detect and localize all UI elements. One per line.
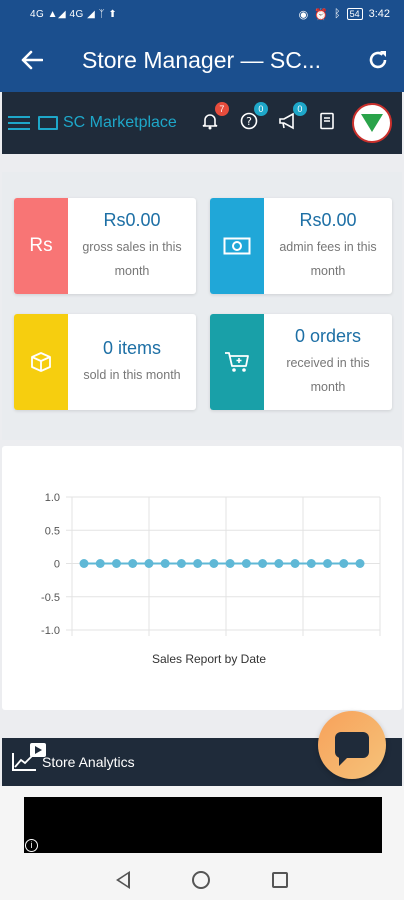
y-tick-label: 0 [54, 559, 60, 571]
data-point [79, 559, 89, 568]
cart-icon [210, 314, 264, 410]
orders-value: 0 orders [294, 325, 362, 346]
data-point [339, 559, 349, 568]
avatar[interactable] [351, 103, 392, 143]
store-toolbar: SC Marketplace 7 ? 0 0 [2, 92, 402, 154]
orders-card: 0 orders received in this month [210, 314, 392, 410]
status-bar: 4G ▲◢ 4G ◢ ᛉ ⬆ ◉ ⏰ ᛒ 54 3:42 [0, 0, 404, 28]
data-point [306, 559, 316, 568]
nav-home-icon[interactable] [192, 871, 210, 889]
data-point [323, 559, 333, 568]
monitor-icon [38, 116, 58, 130]
data-point [128, 559, 138, 568]
announcements-badge: 0 [292, 101, 307, 116]
eye-icon: ◉ [298, 8, 309, 21]
y-tick-label: 1.0 [45, 492, 60, 504]
megaphone-icon[interactable]: 0 [277, 101, 307, 135]
nav-recents-icon[interactable] [272, 872, 288, 888]
gross-sales-label: gross sales in this month [82, 239, 182, 278]
ad-banner[interactable] [24, 797, 382, 853]
help-icon[interactable]: ? 0 [238, 101, 268, 135]
book-icon[interactable] [316, 112, 338, 135]
admin-fees-card: Rs0.00 admin fees in this month [210, 198, 392, 294]
data-point [193, 559, 203, 568]
data-point [355, 559, 365, 568]
data-point [160, 559, 170, 568]
items-sold-card: 0 items sold in this month [14, 314, 196, 410]
sales-chart-panel: 1.0 0.5 0 -0.5 -1.0 Sales Report by Date [2, 446, 402, 710]
data-point [209, 559, 219, 568]
system-nav-bar [0, 860, 404, 900]
y-tick-label: -0.5 [41, 592, 60, 604]
admin-fees-label: admin fees in this month [279, 239, 377, 278]
sales-chart: 1.0 0.5 0 -0.5 -1.0 Sales Report by Date [41, 492, 381, 666]
battery-icon: 54 [346, 8, 363, 20]
chat-bubble-icon [335, 732, 369, 766]
gross-sales-value: Rs0.00 [103, 209, 161, 230]
orders-label: received in this month [286, 355, 370, 394]
data-point [274, 559, 284, 568]
data-point [111, 559, 121, 568]
gross-sales-card: Rs Rs0.00 gross sales in this month [14, 198, 196, 294]
x-axis-label: Sales Report by Date [152, 652, 266, 666]
alarm-icon: ⏰ [314, 8, 328, 21]
y-tick-label: -1.0 [41, 625, 60, 637]
page-title: Store Manager — SC... [82, 46, 322, 73]
refresh-icon[interactable] [352, 28, 404, 92]
y-tick-label: 0.5 [45, 525, 60, 537]
data-point [144, 559, 154, 568]
status-time: 3:42 [368, 8, 390, 20]
store-analytics-label: Store Analytics [42, 754, 135, 770]
box-icon [14, 314, 68, 410]
data-point [290, 559, 300, 568]
data-point [176, 559, 186, 568]
summary-panel: Rs Rs0.00 gross sales in this month Rs0.… [2, 172, 402, 440]
svg-text:?: ? [246, 115, 252, 128]
play-icon [30, 743, 46, 757]
data-point [241, 559, 251, 568]
arrow-left-icon[interactable] [0, 28, 64, 92]
help-badge: 0 [253, 101, 268, 116]
bell-icon[interactable]: 7 [199, 101, 229, 135]
data-point [95, 559, 105, 568]
notifications-badge: 7 [214, 101, 229, 116]
status-left: 4G ▲◢ 4G ◢ ᛉ ⬆ [30, 8, 118, 20]
menu-icon[interactable] [8, 116, 30, 130]
data-point [225, 559, 235, 568]
bluetooth-icon: ᛒ [333, 8, 341, 20]
info-icon[interactable]: i [25, 839, 38, 852]
items-sold-value: 0 items [102, 337, 162, 358]
app-bar: Store Manager — SC... [0, 28, 404, 92]
items-sold-label: sold in this month [83, 367, 181, 382]
rupee-icon: Rs [14, 198, 68, 294]
chat-button[interactable] [318, 711, 386, 779]
money-icon [210, 198, 264, 294]
admin-fees-value: Rs0.00 [299, 209, 357, 230]
data-point [258, 559, 268, 568]
nav-back-icon[interactable] [116, 871, 130, 889]
store-name-link[interactable]: SC Marketplace [63, 114, 177, 132]
